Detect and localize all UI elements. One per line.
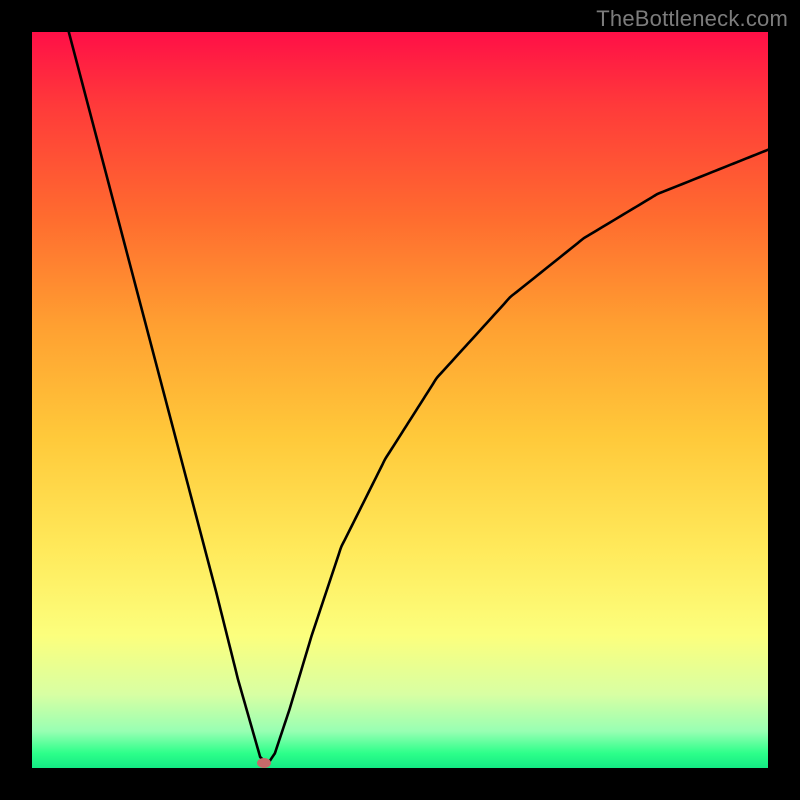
optimum-marker <box>257 758 271 768</box>
frame-border-right <box>768 0 800 800</box>
bottleneck-curve <box>32 32 768 768</box>
frame-border-bottom <box>0 768 800 800</box>
chart-plot-area <box>32 32 768 768</box>
frame-border-left <box>0 0 32 800</box>
watermark-text: TheBottleneck.com <box>596 6 788 32</box>
